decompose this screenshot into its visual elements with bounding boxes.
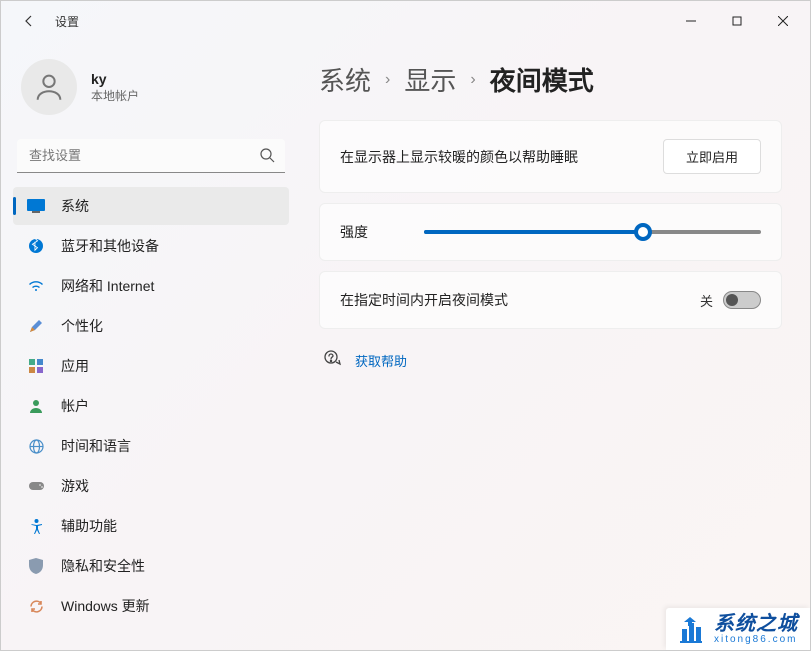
chevron-right-icon: › (470, 71, 475, 89)
strength-label: 强度 (340, 222, 400, 242)
nav-item-gaming[interactable]: 游戏 (13, 467, 289, 505)
nav-item-accounts[interactable]: 帐户 (13, 387, 289, 425)
user-subtitle: 本地帐户 (91, 87, 139, 104)
nav-item-time-language[interactable]: 时间和语言 (13, 427, 289, 465)
nav-label: 帐户 (61, 396, 89, 416)
nav-item-update[interactable]: Windows 更新 (13, 587, 289, 625)
nav-item-bluetooth[interactable]: 蓝牙和其他设备 (13, 227, 289, 265)
nav-item-apps[interactable]: 应用 (13, 347, 289, 385)
nav-label: 系统 (61, 196, 89, 216)
get-help-link[interactable]: 获取帮助 (355, 351, 407, 370)
schedule-description: 在指定时间内开启夜间模式 (340, 290, 700, 310)
slider-thumb[interactable] (634, 223, 652, 241)
enable-card: 在显示器上显示较暖的颜色以帮助睡眠 立即启用 (319, 120, 782, 193)
accessibility-icon (27, 517, 45, 535)
schedule-toggle[interactable] (723, 291, 761, 309)
brush-icon (27, 317, 45, 335)
close-button[interactable] (760, 5, 806, 37)
bluetooth-icon (27, 237, 45, 255)
gamepad-icon (27, 477, 45, 495)
strength-card: 强度 (319, 203, 782, 261)
user-name: ky (91, 71, 139, 87)
watermark: 系统之城 xitong86.com (666, 608, 810, 650)
enable-description: 在显示器上显示较暖的颜色以帮助睡眠 (340, 147, 663, 167)
window-controls (668, 5, 806, 37)
slider-fill (424, 230, 643, 234)
enable-now-button[interactable]: 立即启用 (663, 139, 761, 174)
breadcrumb-system[interactable]: 系统 (319, 61, 371, 98)
wifi-icon (27, 277, 45, 295)
avatar (21, 59, 77, 115)
nav-label: 隐私和安全性 (61, 556, 145, 576)
minimize-button[interactable] (668, 5, 714, 37)
back-button[interactable] (13, 5, 45, 37)
nav-label: 网络和 Internet (61, 276, 154, 296)
nav-item-accessibility[interactable]: 辅助功能 (13, 507, 289, 545)
nav-label: 辅助功能 (61, 516, 117, 536)
apps-icon (27, 357, 45, 375)
watermark-url: xitong86.com (714, 634, 798, 646)
watermark-logo-icon (676, 615, 706, 645)
titlebar: 设置 (1, 1, 810, 41)
breadcrumb-current: 夜间模式 (490, 61, 594, 98)
main-content: 系统 › 显示 › 夜间模式 在显示器上显示较暖的颜色以帮助睡眠 立即启用 强度… (301, 41, 810, 650)
chevron-right-icon: › (385, 71, 390, 89)
maximize-button[interactable] (714, 5, 760, 37)
user-block[interactable]: ky 本地帐户 (13, 53, 289, 135)
help-row: 获取帮助 (319, 349, 782, 372)
strength-slider[interactable] (424, 222, 761, 242)
globe-icon (27, 437, 45, 455)
search-icon (259, 147, 275, 168)
nav-item-privacy[interactable]: 隐私和安全性 (13, 547, 289, 585)
window-title: 设置 (55, 13, 79, 30)
watermark-title: 系统之城 (714, 614, 798, 634)
schedule-card[interactable]: 在指定时间内开启夜间模式 关 (319, 271, 782, 329)
update-icon (27, 597, 45, 615)
shield-icon (27, 557, 45, 575)
nav-list: 系统 蓝牙和其他设备 网络和 Internet 个性化 应用 帐户 (13, 187, 289, 625)
nav-item-system[interactable]: 系统 (13, 187, 289, 225)
sidebar: ky 本地帐户 系统 蓝牙和其他设备 网络和 Internet (1, 41, 301, 650)
toggle-state-label: 关 (700, 291, 713, 310)
nav-item-personalization[interactable]: 个性化 (13, 307, 289, 345)
nav-label: 游戏 (61, 476, 89, 496)
search-input[interactable] (17, 139, 285, 173)
person-icon (27, 397, 45, 415)
breadcrumb: 系统 › 显示 › 夜间模式 (319, 61, 782, 98)
breadcrumb-display[interactable]: 显示 (404, 61, 456, 98)
nav-label: 蓝牙和其他设备 (61, 236, 159, 256)
nav-item-network[interactable]: 网络和 Internet (13, 267, 289, 305)
nav-label: Windows 更新 (61, 596, 150, 616)
toggle-knob (726, 294, 738, 306)
system-icon (27, 197, 45, 215)
nav-label: 时间和语言 (61, 436, 131, 456)
nav-label: 个性化 (61, 316, 103, 336)
nav-label: 应用 (61, 356, 89, 376)
help-icon (323, 349, 341, 372)
